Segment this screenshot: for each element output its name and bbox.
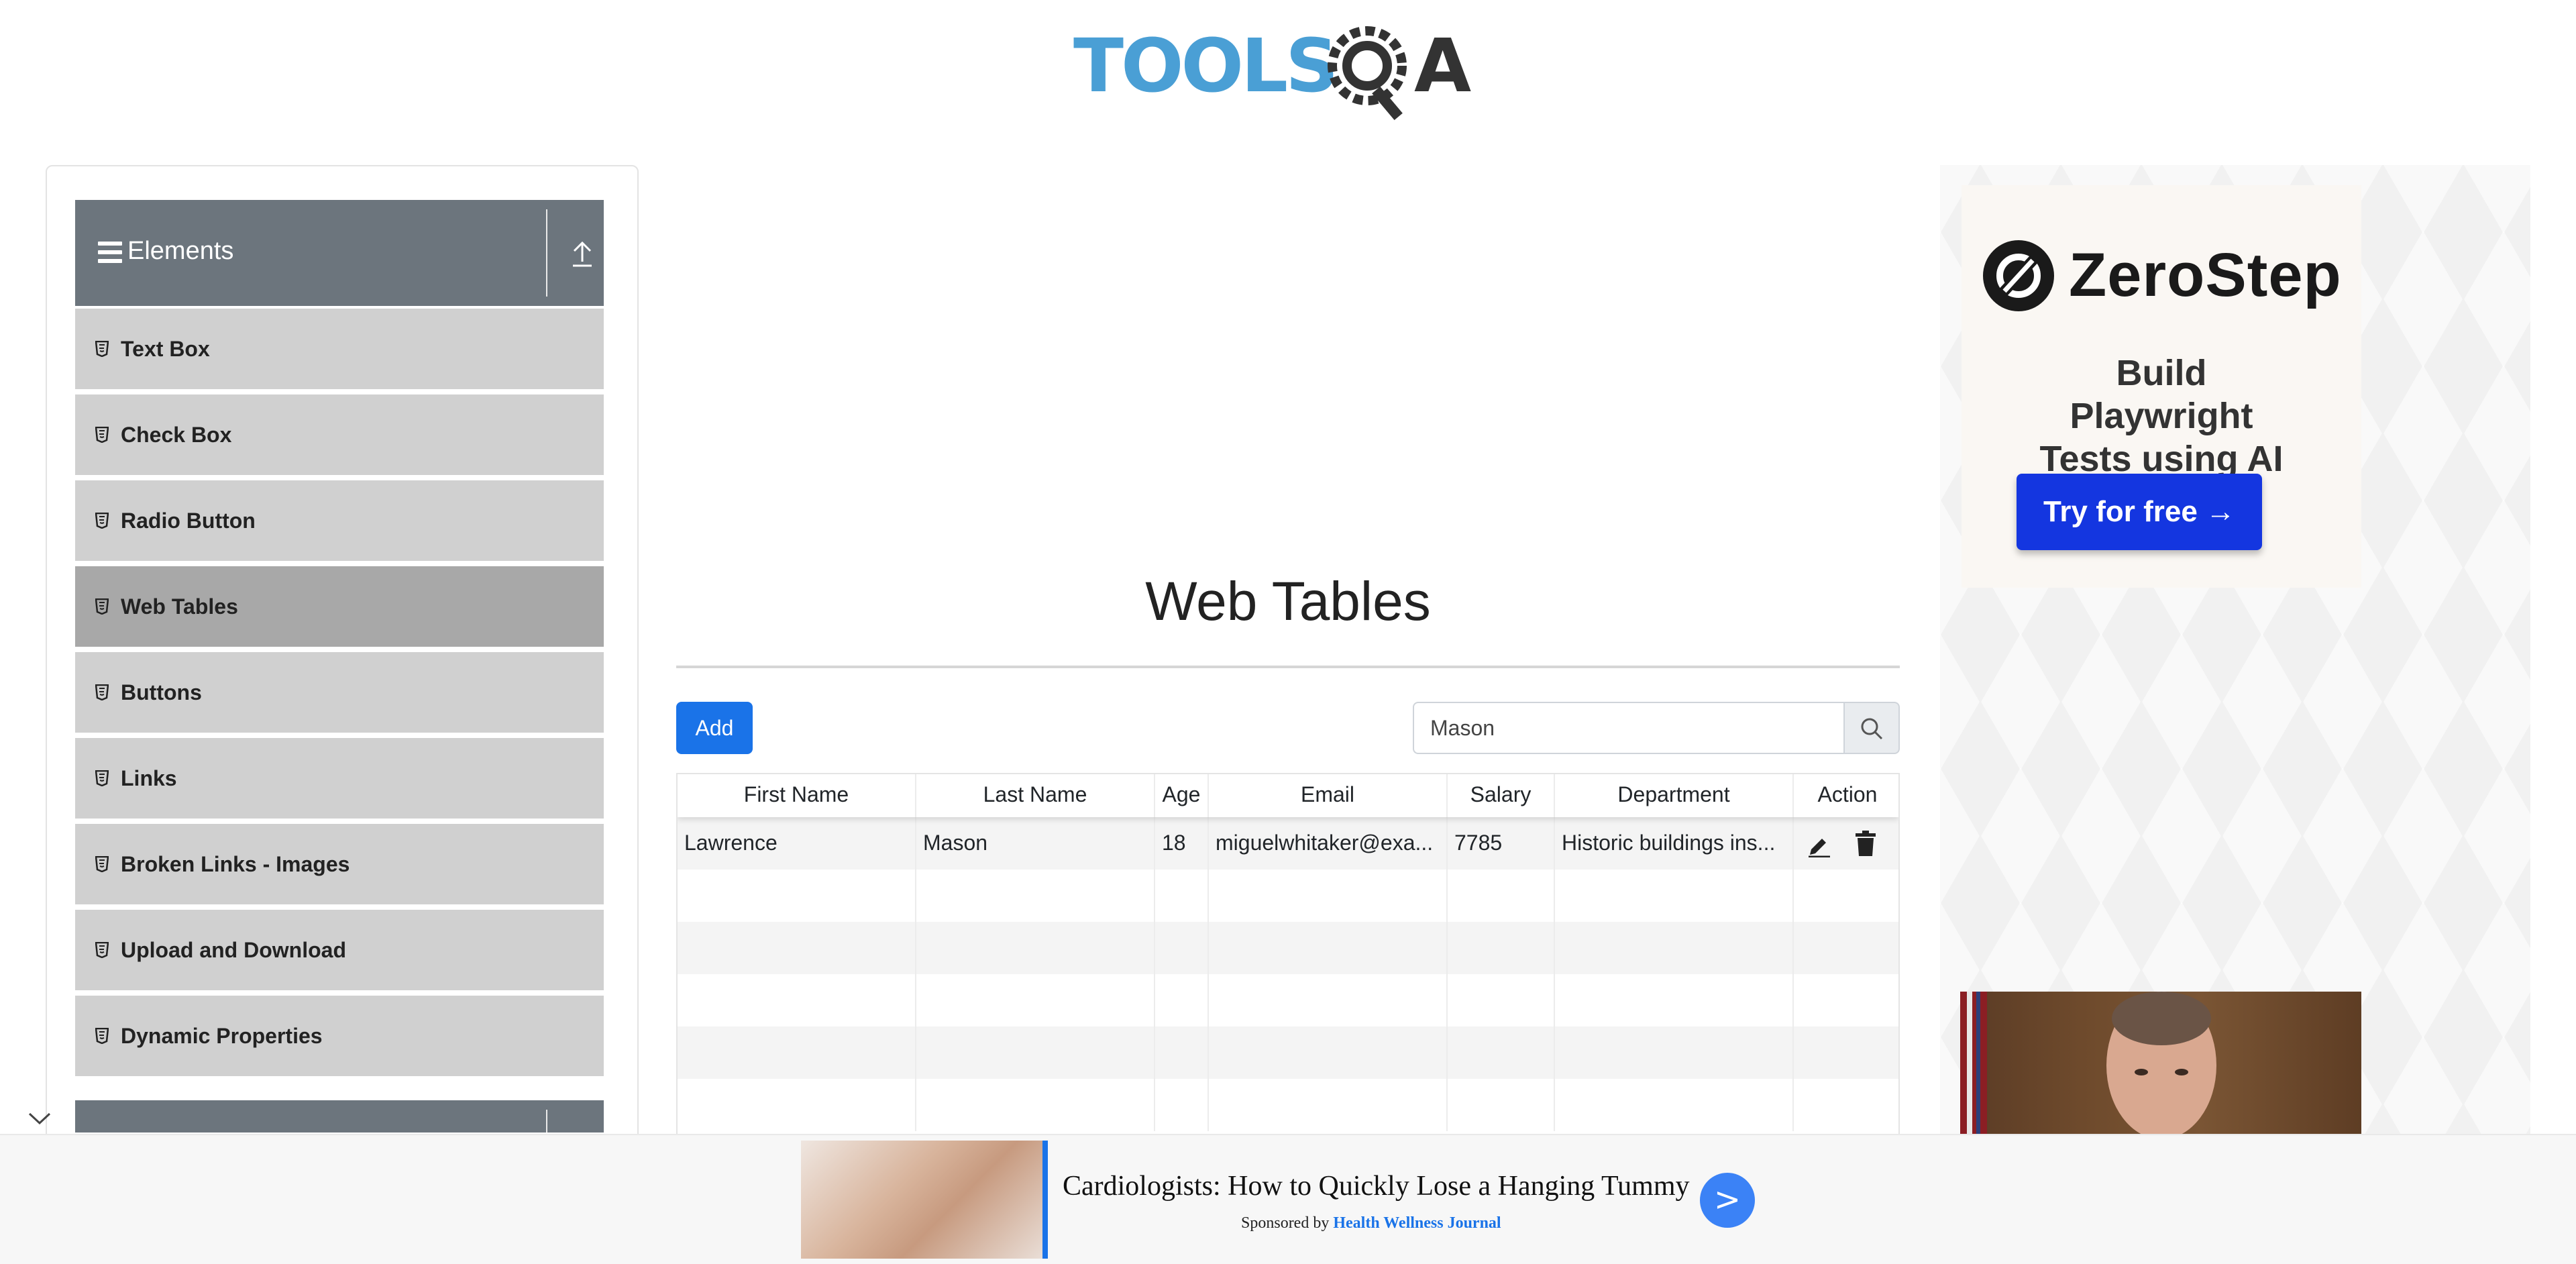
page-title: Web Tables xyxy=(1145,571,1431,632)
try-for-free-button[interactable]: Try for free → xyxy=(2017,474,2262,550)
search-button[interactable] xyxy=(1843,702,1900,754)
ad-go-button[interactable]: > xyxy=(1700,1173,1755,1228)
zerostep-brand: ZeroStep xyxy=(2069,241,2342,309)
html5-icon xyxy=(95,598,109,615)
sidebar-item-label: Web Tables xyxy=(121,594,238,619)
sidebar-item-label: Check Box xyxy=(121,423,232,447)
column-header[interactable]: First Name xyxy=(678,774,916,817)
column-header[interactable]: Email xyxy=(1209,774,1448,817)
sidebar-item-links[interactable]: Links xyxy=(75,738,604,821)
news-ad-photo[interactable] xyxy=(1960,992,2361,1134)
header-divider xyxy=(546,1110,547,1133)
hamburger-icon xyxy=(98,242,122,263)
html5-icon xyxy=(95,941,109,959)
bottom-ad-headline[interactable]: Cardiologists: How to Quickly Lose a Han… xyxy=(1063,1170,1690,1202)
sponsored-by-label: Sponsored by xyxy=(1241,1214,1330,1232)
column-header[interactable]: Department xyxy=(1555,774,1794,817)
sidebar-item-radio-button[interactable]: Radio Button xyxy=(75,480,604,564)
bottom-ad-photo[interactable] xyxy=(801,1141,1045,1259)
column-header: Action xyxy=(1817,782,1878,806)
html5-icon xyxy=(95,684,109,701)
sidebar-item-label: Upload and Download xyxy=(121,938,346,962)
search-icon xyxy=(1861,718,1883,740)
action-cell xyxy=(1794,817,1898,870)
html5-icon xyxy=(95,1027,109,1045)
sidebar-item-text-box[interactable]: Text Box xyxy=(75,309,604,392)
age-cell: 18 xyxy=(1155,817,1209,870)
sidebar-item-label: Dynamic Properties xyxy=(121,1024,323,1048)
zerostep-ad[interactable]: ZeroStep Build Playwright Tests using AI… xyxy=(1962,185,2361,588)
add-button[interactable]: Add xyxy=(676,702,753,754)
first-name-cell: Lawrence xyxy=(678,817,916,870)
delete-icon[interactable] xyxy=(1854,831,1877,857)
zerostep-tagline: Build Playwright Tests using AI xyxy=(2039,353,2284,479)
header-divider xyxy=(546,209,547,297)
svg-text:A: A xyxy=(1414,23,1471,109)
zerostep-logo-icon xyxy=(1983,240,2054,311)
column-header[interactable]: Salary xyxy=(1448,774,1555,817)
next-group-header[interactable] xyxy=(75,1100,604,1133)
group-title: Elements xyxy=(127,237,234,265)
email-cell: miguelwhitaker@exa... xyxy=(1209,817,1448,870)
html5-icon xyxy=(95,426,109,443)
html5-icon xyxy=(95,512,109,529)
table-row xyxy=(678,870,1898,922)
column-header[interactable]: Last Name xyxy=(916,774,1155,817)
last-name-cell: Mason xyxy=(916,817,1155,870)
ad-accent-bar xyxy=(1042,1141,1048,1259)
html5-icon xyxy=(95,855,109,873)
elements-group-header[interactable]: Elements xyxy=(75,200,604,306)
sidebar-item-check-box[interactable]: Check Box xyxy=(75,394,604,478)
table-row xyxy=(678,1079,1898,1131)
table-row: Lawrence Mason 18 miguelwhitaker@exa... … xyxy=(678,817,1898,870)
sponsor-name[interactable]: Health Wellness Journal xyxy=(1333,1214,1501,1232)
table-row xyxy=(678,974,1898,1026)
sidebar-item-broken-links[interactable]: Broken Links - Images xyxy=(75,824,604,907)
chevron-down-icon[interactable] xyxy=(25,1108,54,1128)
html5-icon xyxy=(95,340,109,358)
table-row xyxy=(678,922,1898,974)
table-row xyxy=(678,1026,1898,1079)
department-cell: Historic buildings ins... xyxy=(1555,817,1794,870)
sidebar-item-label: Broken Links - Images xyxy=(121,852,350,876)
collapse-arrow-icon[interactable] xyxy=(570,238,594,268)
edit-icon[interactable] xyxy=(1806,832,1831,857)
title-divider xyxy=(676,666,1900,668)
svg-text:TOOLS: TOOLS xyxy=(1073,23,1336,109)
table-header: First Name Last Name Age Email Salary De… xyxy=(678,774,1898,817)
web-table: First Name Last Name Age Email Salary De… xyxy=(676,773,1900,1135)
sidebar-item-label: Radio Button xyxy=(121,509,256,533)
search-input[interactable] xyxy=(1413,702,1845,754)
html5-icon xyxy=(95,770,109,787)
sidebar-item-label: Links xyxy=(121,766,177,790)
sidebar-item-label: Buttons xyxy=(121,680,202,704)
sidebar-item-dynamic-properties[interactable]: Dynamic Properties xyxy=(75,996,604,1079)
sidebar-item-web-tables[interactable]: Web Tables xyxy=(75,566,604,649)
column-header[interactable]: Age xyxy=(1155,774,1209,817)
bottom-ad-sponsor: Sponsored by Health Wellness Journal xyxy=(1241,1214,1501,1232)
salary-cell: 7785 xyxy=(1448,817,1555,870)
sidebar-item-label: Text Box xyxy=(121,337,210,361)
sidebar-item-upload-download[interactable]: Upload and Download xyxy=(75,910,604,993)
sidebar-item-buttons[interactable]: Buttons xyxy=(75,652,604,735)
toolsqa-logo[interactable]: TOOLS A xyxy=(1072,20,1508,121)
